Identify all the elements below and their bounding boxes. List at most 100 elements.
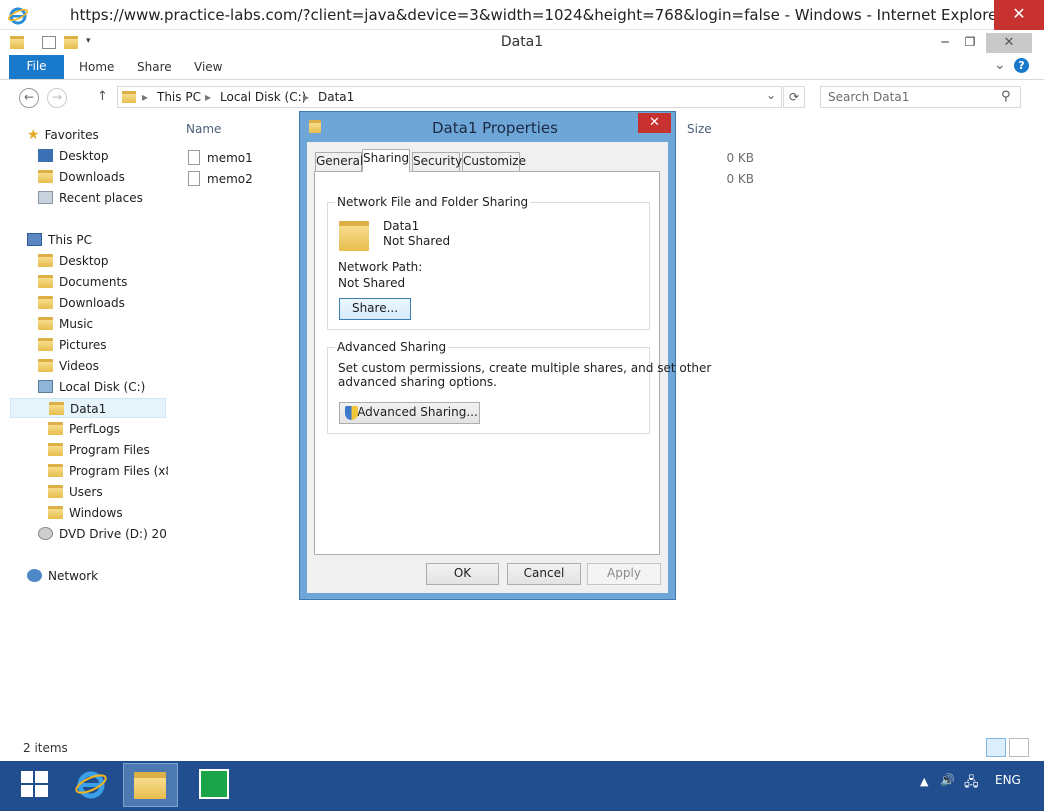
column-name[interactable]: Name xyxy=(186,122,221,136)
nav-fav-desktop[interactable]: Desktop xyxy=(38,146,109,166)
network-status-icon[interactable]: 🖧 xyxy=(964,773,979,795)
navigation-pane: ★ Favorites Desktop Downloads Recent plac… xyxy=(0,118,168,738)
nav-favorites[interactable]: ★ Favorites xyxy=(27,125,99,145)
volume-icon[interactable]: 🔊 xyxy=(940,773,955,787)
forward-button[interactable]: → xyxy=(47,88,67,108)
nav-local-disk[interactable]: Local Disk (C:) xyxy=(38,377,145,397)
properties-icon[interactable] xyxy=(42,36,56,49)
tab-view[interactable]: View xyxy=(194,60,222,74)
language-indicator[interactable]: ENG xyxy=(995,773,1021,787)
address-row: ← → ↑ ▸ This PC ▸ Local Disk (C:) ▸ Data… xyxy=(0,82,1044,112)
tab-file[interactable]: File xyxy=(9,55,64,79)
tab-customize[interactable]: Customize xyxy=(462,152,526,171)
dialog-close-button[interactable]: ✕ xyxy=(638,113,671,133)
nav-pc-videos[interactable]: Videos xyxy=(38,356,99,376)
recent-places-icon xyxy=(38,191,53,204)
ok-button[interactable]: OK xyxy=(426,563,499,585)
back-button[interactable]: ← xyxy=(19,88,39,108)
folder-icon xyxy=(48,506,63,519)
nav-windows[interactable]: Windows xyxy=(48,503,123,523)
nav-pc-downloads[interactable]: Downloads xyxy=(38,293,125,313)
details-view-button[interactable] xyxy=(986,738,1006,757)
taskbar-store[interactable] xyxy=(187,763,239,807)
downloads-icon xyxy=(38,170,53,183)
nav-fav-recent[interactable]: Recent places xyxy=(38,188,143,208)
star-icon: ★ xyxy=(27,127,40,143)
sharing-tab-page: Network File and Folder Sharing Data1 No… xyxy=(314,171,711,555)
breadcrumb-local-disk[interactable]: Local Disk (C:) xyxy=(220,90,306,104)
group-label: Advanced Sharing xyxy=(335,340,449,354)
folder-icon xyxy=(49,402,64,415)
store-icon xyxy=(199,769,229,799)
network-path-label: Network Path: xyxy=(338,260,423,274)
help-icon[interactable]: ? xyxy=(1014,58,1029,73)
file-row[interactable]: memo2 xyxy=(188,171,253,189)
start-button[interactable] xyxy=(9,763,61,807)
taskbar-file-explorer[interactable] xyxy=(123,763,178,807)
new-folder-icon[interactable] xyxy=(64,36,78,49)
breadcrumb-this-pc[interactable]: This PC xyxy=(157,90,201,104)
advanced-sharing-button[interactable]: Advanced Sharing... xyxy=(339,402,480,424)
nav-pc-desktop[interactable]: Desktop xyxy=(38,251,109,271)
maximize-button[interactable]: ❐ xyxy=(957,33,983,51)
address-bar[interactable]: ▸ This PC ▸ Local Disk (C:) ▸ Data1 ⌄ xyxy=(117,86,782,108)
file-size: 0 KB xyxy=(726,151,754,165)
network-icon xyxy=(27,569,42,582)
nav-dvd-drive[interactable]: DVD Drive (D:) 20140 xyxy=(38,524,168,544)
search-icon[interactable]: ⚲ xyxy=(1001,89,1011,104)
nav-users[interactable]: Users xyxy=(48,482,103,502)
customize-qat-icon[interactable]: ▾ xyxy=(86,36,100,49)
browser-title: https://www.practice-labs.com/?client=ja… xyxy=(70,6,1004,24)
folder-icon xyxy=(38,254,53,267)
folder-icon xyxy=(10,36,24,49)
nav-pc-music[interactable]: Music xyxy=(38,314,93,334)
minimize-button[interactable]: ─ xyxy=(932,33,958,51)
explorer-close-button[interactable]: ✕ xyxy=(986,33,1032,53)
breadcrumb-data1[interactable]: Data1 xyxy=(318,90,354,104)
address-dropdown-icon[interactable]: ⌄ xyxy=(766,88,776,102)
folder-icon xyxy=(48,422,63,435)
folder-icon xyxy=(38,275,53,288)
tab-sharing[interactable]: Sharing xyxy=(362,149,410,172)
taskbar-internet-explorer[interactable] xyxy=(66,763,118,807)
refresh-button[interactable]: ⟳ xyxy=(783,86,805,108)
file-explorer-icon xyxy=(134,772,166,799)
nav-pc-pictures[interactable]: Pictures xyxy=(38,335,107,355)
folder-icon xyxy=(122,91,136,103)
tab-general[interactable]: General xyxy=(315,152,363,171)
folder-icon xyxy=(38,296,53,309)
tab-home[interactable]: Home xyxy=(79,60,114,74)
internet-explorer-icon xyxy=(75,771,107,799)
advanced-sharing-group: Advanced Sharing Set custom permissions,… xyxy=(327,340,711,434)
nav-program-files[interactable]: Program Files xyxy=(48,440,150,460)
group-label: Network File and Folder Sharing xyxy=(335,195,531,209)
up-button[interactable]: ↑ xyxy=(97,89,108,104)
folder-icon xyxy=(38,359,53,372)
nav-fav-downloads[interactable]: Downloads xyxy=(38,167,125,187)
folder-name: Data1 xyxy=(383,219,420,233)
nav-perflogs[interactable]: PerfLogs xyxy=(48,419,120,439)
column-size[interactable]: Size xyxy=(687,122,712,136)
large-icons-view-button[interactable] xyxy=(1009,738,1029,757)
expand-ribbon-icon[interactable]: ⌄ xyxy=(994,57,1006,73)
tab-security[interactable]: Security xyxy=(412,152,462,171)
show-hidden-icons-icon[interactable]: ▲ xyxy=(920,775,928,788)
folder-icon xyxy=(38,338,53,351)
nav-pc-documents[interactable]: Documents xyxy=(38,272,127,292)
folder-icon xyxy=(48,443,63,456)
cancel-button[interactable]: Cancel xyxy=(507,563,581,585)
apply-button[interactable]: Apply xyxy=(587,563,661,585)
share-button[interactable]: Share... xyxy=(339,298,411,320)
nav-program-files-x86[interactable]: Program Files (x86) xyxy=(48,461,168,481)
browser-close-button[interactable]: ✕ xyxy=(994,0,1044,30)
nav-this-pc[interactable]: This PC xyxy=(27,230,92,250)
taskbar: ▲ 🔊 🖧 ENG xyxy=(0,761,1044,811)
window-title: Data1 xyxy=(500,34,544,50)
file-size: 0 KB xyxy=(726,172,754,186)
explorer-titlebar: Data1 ▾ ─ ❐ xyxy=(0,31,1044,55)
nav-network[interactable]: Network xyxy=(27,566,98,586)
file-row[interactable]: memo1 xyxy=(188,150,253,168)
tab-share[interactable]: Share xyxy=(137,60,172,74)
nav-data1[interactable]: Data1 xyxy=(10,398,166,418)
search-input[interactable]: Search Data1 ⚲ xyxy=(820,86,1021,108)
